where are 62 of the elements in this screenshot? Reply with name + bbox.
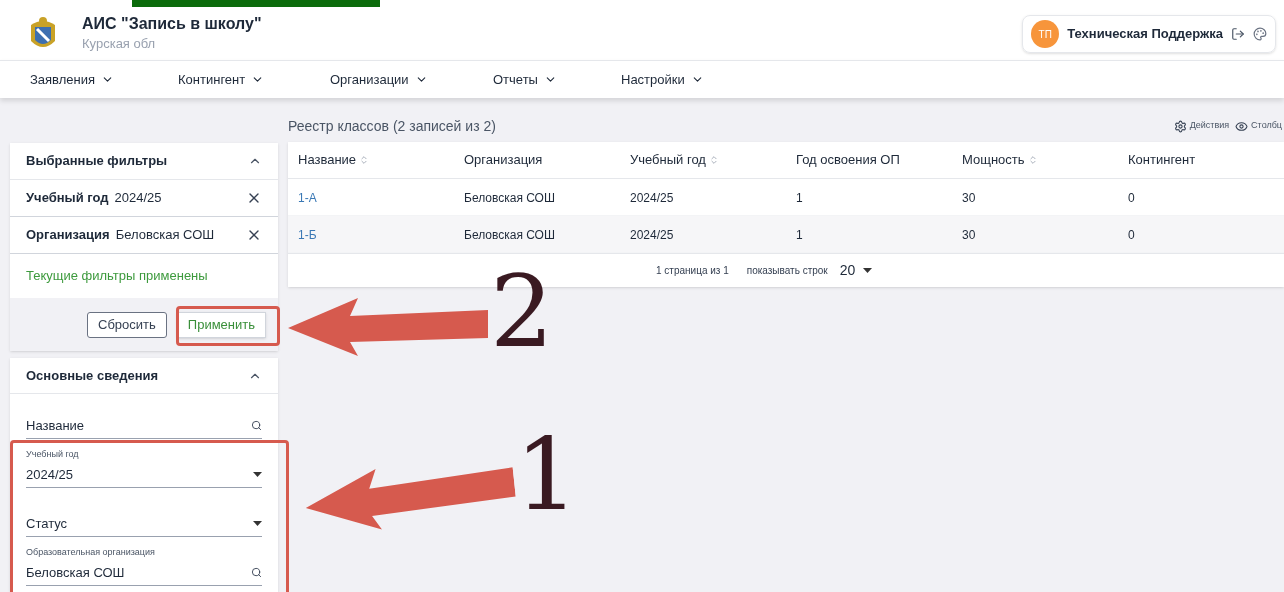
reset-button[interactable]: Сбросить (87, 311, 167, 338)
dropdown-triangle-icon (863, 268, 873, 273)
panel-title: Выбранные фильтры (26, 152, 168, 171)
page-info: 1 страница из 1 (656, 264, 729, 278)
app-subtitle: Курская обл (82, 35, 157, 54)
table-cell: 2024/25 (630, 191, 674, 205)
logout-icon[interactable] (1231, 27, 1245, 41)
status-message: Текущие фильтры применены (26, 267, 208, 286)
user-name: Техническая Поддержка (1067, 25, 1223, 44)
annotation-number: 1 (515, 425, 579, 525)
search-icon (251, 566, 262, 578)
field-placeholder: Статус (26, 514, 68, 533)
field-value: 2024/25 (26, 465, 73, 484)
select-field[interactable]: Статус (26, 492, 262, 537)
column-header[interactable]: Мощность (962, 150, 1025, 170)
dropdown-triangle-icon (253, 471, 262, 477)
filter-value: Беловская СОШ (115, 226, 215, 245)
search-field[interactable]: Образовательная организация Беловская СОШ (26, 541, 262, 586)
columns-button[interactable]: Столбц (1235, 119, 1282, 133)
nav-menu[interactable]: Организации (330, 69, 428, 90)
nav-menu[interactable]: Контингент (178, 69, 265, 90)
eye-icon (1235, 119, 1249, 133)
registry-title: Реестр классов (2 записей из 2) (288, 116, 496, 136)
search-field[interactable]: Название (26, 394, 262, 439)
nav-menu[interactable]: Отчеты (493, 69, 557, 90)
panel-title: Основные сведения (26, 366, 159, 385)
nav-menu[interactable]: Заявления (30, 69, 115, 90)
rows-label: показывать строк (746, 264, 828, 278)
search-icon (251, 419, 262, 431)
filter-label: Учебный год (26, 189, 109, 208)
filter-value: 2024/25 (114, 189, 162, 208)
apply-button[interactable]: Применить (176, 311, 266, 338)
column-header[interactable]: Название (298, 150, 357, 170)
filter-label: Организация (26, 226, 110, 245)
table-cell: 1 (796, 191, 803, 205)
nav-menu[interactable]: Настройки (621, 69, 704, 90)
annotation-number: 2 (490, 262, 554, 362)
column-header[interactable]: Учебный год (630, 150, 706, 170)
table-cell: Беловская СОШ (464, 228, 555, 242)
field-placeholder: Название (26, 416, 85, 435)
dropdown-triangle-icon (253, 520, 262, 526)
rows-select[interactable]: 20 (839, 260, 873, 281)
column-header: Контингент (1128, 151, 1196, 170)
table-cell: 0 (1128, 228, 1135, 242)
table-cell: 30 (962, 191, 976, 205)
select-field[interactable]: Учебный год 2024/25 (26, 443, 262, 488)
actions-button[interactable]: Действия (1173, 119, 1230, 133)
field-label: Образовательная организация (26, 547, 156, 557)
settings-icon (1173, 119, 1187, 133)
table-cell: 0 (1128, 191, 1135, 205)
class-link[interactable]: 1-А (298, 191, 317, 205)
table-cell: 30 (962, 228, 976, 242)
class-link[interactable]: 1-Б (298, 228, 317, 242)
table-cell: 2024/25 (630, 228, 674, 242)
table-cell: 1 (796, 228, 803, 242)
column-header: Год освоения ОП (796, 151, 900, 170)
column-header: Организация (464, 151, 543, 170)
app-title: АИС "Запись в школу" (82, 14, 262, 35)
field-value: Беловская СОШ (26, 563, 125, 582)
palette-icon[interactable] (1253, 27, 1267, 41)
table-cell: Беловская СОШ (464, 191, 555, 205)
field-label: Учебный год (26, 449, 80, 459)
